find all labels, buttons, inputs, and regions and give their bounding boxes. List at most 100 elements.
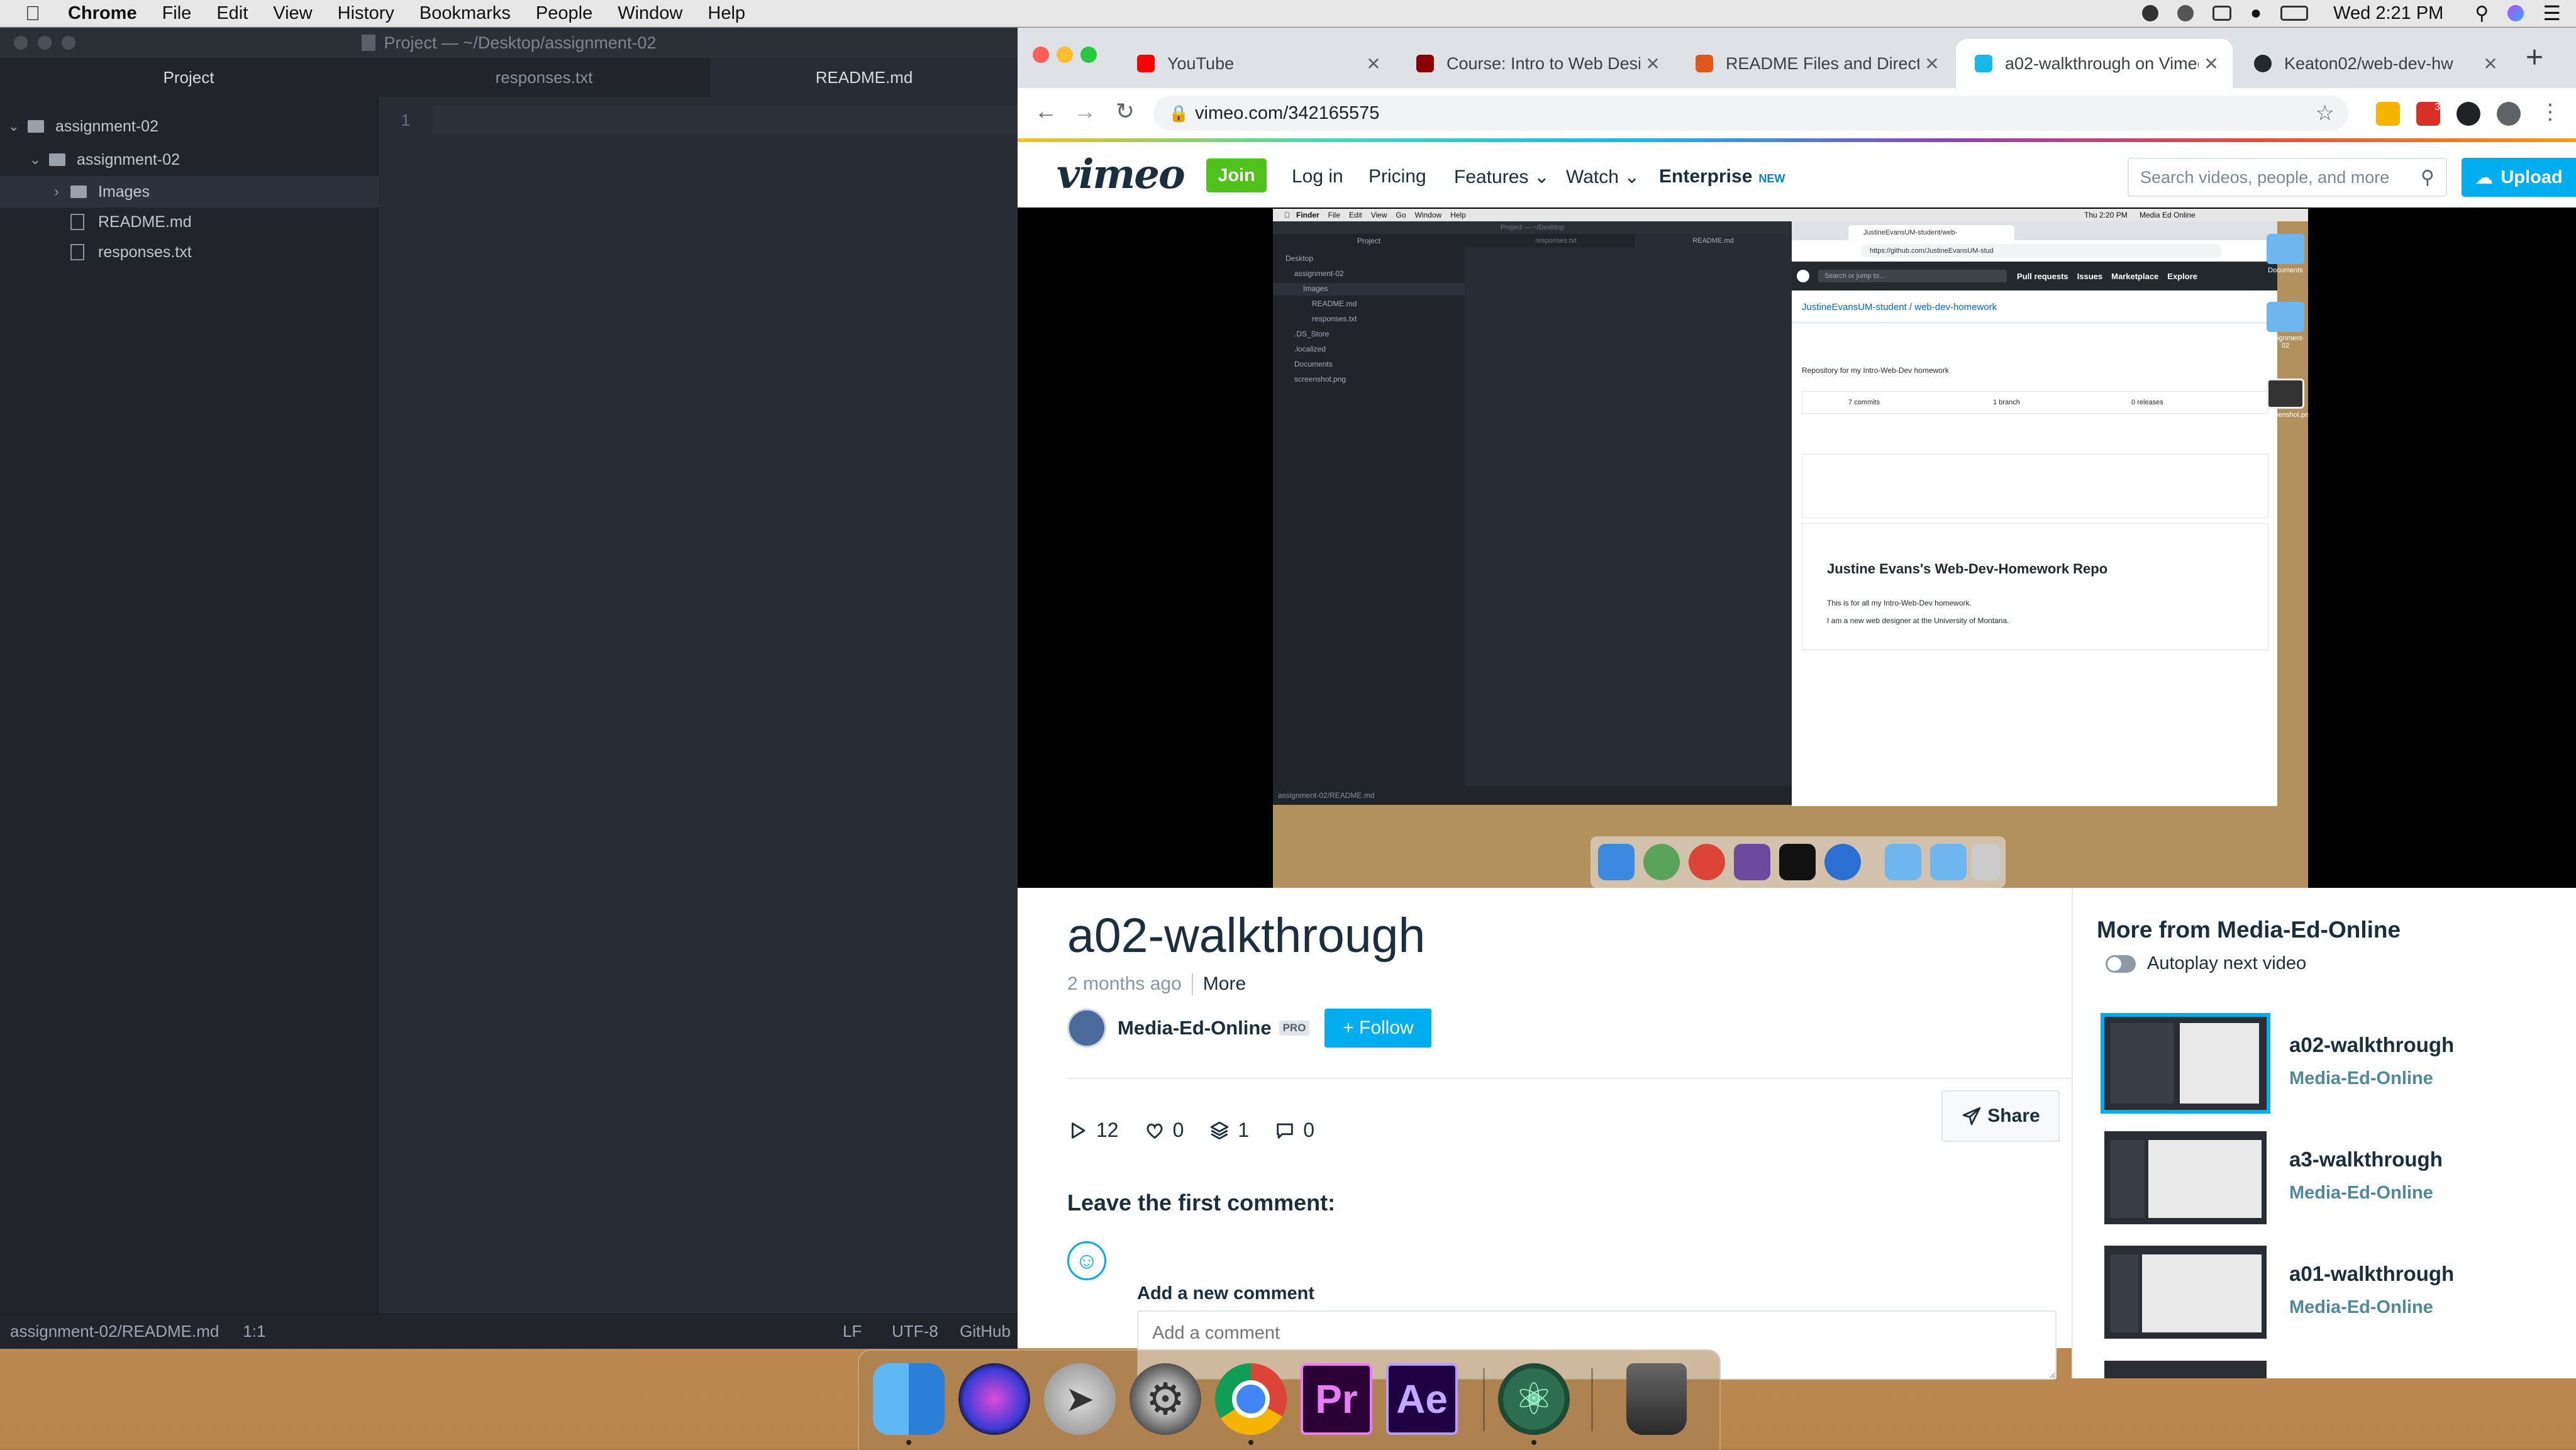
channel-name[interactable]: Media-Ed-Online <box>1118 1017 1272 1039</box>
menu-file[interactable]: File <box>162 3 192 24</box>
browser-tab-youtube[interactable]: YouTube ✕ <box>1118 39 1395 88</box>
related-thumbnail[interactable] <box>2101 1013 2270 1114</box>
related-title[interactable]: a02-walkthrough <box>2289 1033 2454 1057</box>
menu-window[interactable]: Window <box>618 3 682 24</box>
creative-cloud-icon[interactable] <box>2142 5 2159 21</box>
upload-button[interactable]: ☁ Upload <box>2462 158 2576 197</box>
menu-bookmarks[interactable]: Bookmarks <box>419 3 511 24</box>
tree-item-images[interactable]: › Images <box>0 176 426 208</box>
status-cursor-position[interactable]: 1:1 <box>243 1322 265 1341</box>
related-video-item[interactable]: a3-walkthrough Media-Ed-Online <box>2104 1131 2545 1232</box>
siri-icon[interactable] <box>958 1363 1030 1435</box>
menu-edit[interactable]: Edit <box>216 3 248 24</box>
chrome-icon[interactable] <box>1215 1363 1287 1435</box>
menu-view[interactable]: View <box>273 3 312 24</box>
browser-tab-github[interactable]: Keaton02/web-dev-hw ✕ <box>2235 39 2512 88</box>
forward-arrow-icon[interactable]: → <box>1069 98 1101 125</box>
siri-menubar-icon[interactable] <box>2507 5 2524 21</box>
window-minimize-button[interactable] <box>38 36 52 50</box>
share-button[interactable]: Share <box>1941 1090 2060 1142</box>
related-title[interactable]: a3-walkthrough <box>2289 1148 2443 1171</box>
close-tab-icon[interactable]: ✕ <box>1919 53 1945 74</box>
autoplay-toggle-row[interactable]: Autoplay next video <box>2106 953 2306 974</box>
join-button[interactable]: Join <box>1206 158 1267 192</box>
close-tab-icon[interactable]: ✕ <box>1640 53 1665 74</box>
menu-people[interactable]: People <box>536 3 592 24</box>
window-zoom-button[interactable] <box>1080 47 1097 63</box>
close-tab-icon[interactable]: ✕ <box>1361 53 1386 74</box>
trash-icon[interactable] <box>1626 1363 1687 1435</box>
menu-app-name[interactable]: Chrome <box>68 3 137 24</box>
window-close-button[interactable] <box>1033 47 1049 63</box>
extension-icon[interactable] <box>2457 102 2480 126</box>
status-github[interactable]: GitHub <box>960 1322 1011 1341</box>
related-channel[interactable]: Media-Ed-Online <box>2289 1068 2433 1089</box>
tree-item-root[interactable]: ⌄ assignment-02 <box>0 111 384 142</box>
airplay-icon[interactable] <box>2212 6 2232 21</box>
tree-item-subfolder[interactable]: ⌄ assignment-02 <box>0 144 405 175</box>
menubar-clock[interactable]: Wed 2:21 PM <box>2333 3 2443 24</box>
system-preferences-icon[interactable]: ⚙ <box>1130 1363 1201 1435</box>
notification-center-icon[interactable]: ☰ <box>2543 1 2561 25</box>
login-link[interactable]: Log in <box>1292 166 1343 187</box>
follow-button[interactable]: + Follow <box>1324 1009 1432 1048</box>
premiere-icon[interactable]: Pr <box>1301 1363 1372 1435</box>
video-player[interactable]:  Finder File Edit View Go Window Help T… <box>1018 208 2576 888</box>
related-title[interactable]: a01-walkthrough <box>2289 1262 2454 1286</box>
vimeo-logo[interactable]: vimeo <box>1057 151 1185 198</box>
autoplay-toggle[interactable] <box>2106 955 2136 973</box>
tree-view-header[interactable]: Project <box>0 58 377 97</box>
bookmark-star-icon[interactable]: ☆ <box>2316 101 2334 126</box>
wifi-icon[interactable]: ● <box>2250 3 2262 24</box>
address-bar[interactable]: 🔒 vimeo.com/342165575 ☆ <box>1153 96 2348 131</box>
related-video-item[interactable]: a02-walkthrough Media-Ed-Online <box>2101 1013 2545 1117</box>
chrome-menu-icon[interactable]: ⋮ <box>2540 99 2561 125</box>
profile-avatar[interactable] <box>2497 102 2521 126</box>
battery-icon[interactable] <box>2280 6 2309 21</box>
tab-readme[interactable]: README.md <box>711 58 1018 97</box>
lock-icon[interactable]: 🔒 <box>1169 104 1189 123</box>
collections-stat[interactable]: 1 <box>1209 1119 1249 1142</box>
likes-stat[interactable]: 0 <box>1144 1119 1184 1142</box>
atom-icon[interactable]: ⚛ <box>1498 1363 1570 1435</box>
browser-tab-course[interactable]: Course: Intro to Web Design ✕ <box>1397 39 1674 88</box>
spotlight-search-icon[interactable]: ⚲ <box>2475 3 2489 25</box>
bluetooth-icon[interactable] <box>2177 5 2194 21</box>
watch-menu[interactable]: Watch ⌄ <box>1566 166 1640 188</box>
browser-tab-readme[interactable]: README Files and Directories ✕ <box>1677 39 1953 88</box>
related-thumbnail[interactable] <box>2104 1246 2267 1339</box>
enterprise-link[interactable]: Enterprise NEW <box>1659 166 1785 187</box>
related-channel[interactable]: Media-Ed-Online <box>2289 1183 2433 1204</box>
browser-tab-vimeo[interactable]: a02-walkthrough on Vimeo ✕ <box>1956 39 2233 88</box>
after-effects-icon[interactable]: Ae <box>1386 1363 1458 1435</box>
finder-icon[interactable] <box>873 1363 945 1435</box>
launchpad-icon[interactable]: ➤ <box>1044 1363 1116 1435</box>
pricing-link[interactable]: Pricing <box>1368 166 1426 187</box>
window-close-button[interactable] <box>14 36 28 50</box>
status-file-path[interactable]: assignment-02/README.md <box>10 1322 219 1341</box>
menu-help[interactable]: Help <box>708 3 745 24</box>
apple-menu-icon[interactable]:  <box>25 2 40 25</box>
editor-pane[interactable]: 1 <box>379 97 1018 1314</box>
features-menu[interactable]: Features ⌄ <box>1454 166 1550 188</box>
menu-history[interactable]: History <box>338 3 394 24</box>
close-tab-icon[interactable]: ✕ <box>2199 53 2224 74</box>
related-channel[interactable]: Media-Ed-Online <box>2289 1297 2433 1318</box>
status-line-ending[interactable]: LF <box>843 1322 862 1341</box>
more-link[interactable]: More <box>1191 973 1246 995</box>
tab-responses[interactable]: responses.txt <box>379 58 709 97</box>
window-zoom-button[interactable] <box>62 36 75 50</box>
related-thumbnail[interactable] <box>2104 1361 2267 1378</box>
window-minimize-button[interactable] <box>1057 47 1073 63</box>
related-thumbnail[interactable] <box>2104 1131 2267 1224</box>
new-tab-plus-icon[interactable]: + <box>2526 40 2543 75</box>
status-encoding[interactable]: UTF-8 <box>892 1322 938 1341</box>
cursor-line[interactable] <box>433 106 1018 133</box>
search-icon[interactable]: ⚲ <box>2421 167 2434 189</box>
extension-icon[interactable] <box>2376 102 2400 126</box>
comments-stat[interactable]: 0 <box>1274 1119 1314 1142</box>
search-input[interactable]: Search videos, people, and more ⚲ <box>2128 158 2447 197</box>
channel-avatar[interactable] <box>1067 1009 1106 1048</box>
reload-icon[interactable]: ↻ <box>1109 98 1141 125</box>
back-arrow-icon[interactable]: ← <box>1030 98 1062 125</box>
